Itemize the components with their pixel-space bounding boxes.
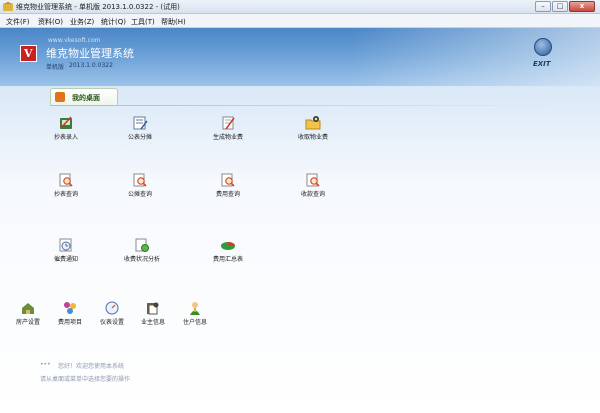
analysis-icon — [135, 238, 149, 252]
instruction-tip: 请从桌面或菜单中选择您要的操作 — [40, 376, 131, 383]
menu-help[interactable]: 帮助(H) — [161, 17, 186, 27]
meter-settings-icon — [105, 301, 119, 315]
welcome-tip: 您好！欢迎您使用本系统 — [58, 363, 125, 370]
minimize-button[interactable]: – — [535, 1, 551, 12]
payment-query-icon — [306, 173, 320, 187]
fn-label: 仪表设置 — [99, 319, 124, 326]
menu-bar: 文件(F) 资料(O) 业务(Z) 统计(Q) 工具(T) 帮助(H) — [0, 14, 600, 28]
tip-bullet: ••• — [40, 361, 51, 368]
fn-summary[interactable]: 费用汇总表 — [208, 237, 248, 264]
app-url: www.vkesoft.com — [48, 37, 101, 44]
summary-chart-icon — [221, 242, 235, 250]
window-title: 维克物业管理系统 - 单机版 2013.1.0.0322 - (试用) — [16, 3, 180, 11]
close-button[interactable]: x — [569, 1, 595, 12]
reminder-icon — [59, 238, 72, 252]
app-version: 2013.1.0.0322 — [69, 62, 113, 69]
app-name: 维克物业管理系统 — [46, 47, 134, 60]
menu-statistics[interactable]: 统计(Q) — [101, 17, 126, 27]
fn-label: 收费状况分析 — [123, 256, 160, 263]
tab-underline — [50, 105, 550, 106]
menu-business[interactable]: 业务(Z) — [70, 17, 94, 27]
fn-label: 收取物业费 — [297, 134, 328, 141]
fn-label: 住户信息 — [182, 319, 207, 326]
fn-payment-query[interactable]: 收款查询 — [293, 172, 333, 199]
menu-data[interactable]: 资料(O) — [38, 17, 63, 27]
exit-button[interactable]: EXIT — [533, 60, 551, 68]
allocation-query-icon — [133, 173, 147, 187]
tab-my-desktop[interactable]: 我的桌面 — [50, 88, 118, 105]
exit-icon[interactable] — [534, 38, 552, 56]
menu-tools[interactable]: 工具(T) — [131, 17, 155, 27]
fn-property-settings[interactable]: 房产设置 — [8, 300, 48, 327]
fn-label: 费用查询 — [215, 191, 240, 198]
fn-label: 业主信息 — [140, 319, 165, 326]
property-icon — [22, 303, 34, 314]
app-icon — [3, 2, 13, 11]
fn-meter-entry[interactable]: 抄表录入 — [46, 115, 86, 142]
menu-file[interactable]: 文件(F) — [6, 17, 30, 27]
collect-fee-icon — [305, 116, 321, 130]
fn-meter-query[interactable]: 抄表查询 — [46, 172, 86, 199]
generate-fee-icon — [222, 116, 235, 130]
fn-label: 抄表查询 — [53, 191, 78, 198]
fn-label: 催费通知 — [53, 256, 78, 263]
fn-label: 生成物业费 — [212, 134, 243, 141]
fn-label: 抄表录入 — [53, 134, 78, 141]
fn-fee-items[interactable]: 费用项目 — [50, 300, 90, 327]
fn-analysis[interactable]: 收费状况分析 — [120, 237, 164, 264]
fn-label: 公摊查询 — [127, 191, 152, 198]
fn-label: 费用项目 — [57, 319, 82, 326]
fn-fee-query[interactable]: 费用查询 — [208, 172, 248, 199]
desktop-tab-icon — [55, 92, 65, 102]
owner-info-icon — [147, 302, 159, 315]
title-bar[interactable]: 维克物业管理系统 - 单机版 2013.1.0.0322 - (试用) – □ … — [0, 0, 600, 14]
meter-query-icon — [59, 173, 73, 187]
fn-label: 房产设置 — [15, 319, 40, 326]
fn-meter-settings[interactable]: 仪表设置 — [92, 300, 132, 327]
fn-generate-fee[interactable]: 生成物业费 — [208, 115, 248, 142]
fn-label: 公表分摊 — [127, 134, 152, 141]
fn-resident-info[interactable]: 住户信息 — [175, 300, 215, 327]
meter-entry-icon — [60, 116, 72, 129]
allocation-icon — [133, 116, 148, 130]
fn-label: 费用汇总表 — [212, 256, 243, 263]
maximize-button[interactable]: □ — [552, 1, 568, 12]
fn-reminder[interactable]: 催费通知 — [46, 237, 86, 264]
resident-info-icon — [190, 302, 200, 315]
fee-items-icon — [64, 302, 76, 314]
fn-label: 收款查询 — [300, 191, 325, 198]
fn-allocation[interactable]: 公表分摊 — [120, 115, 160, 142]
tab-label: 我的桌面 — [72, 94, 100, 102]
fn-allocation-query[interactable]: 公摊查询 — [120, 172, 160, 199]
logo-icon: V — [20, 45, 37, 62]
fn-owner-info[interactable]: 业主信息 — [133, 300, 173, 327]
fee-query-icon — [221, 173, 235, 187]
app-edition: 单机版 — [46, 64, 65, 71]
fn-collect-fee[interactable]: 收取物业费 — [293, 115, 333, 142]
